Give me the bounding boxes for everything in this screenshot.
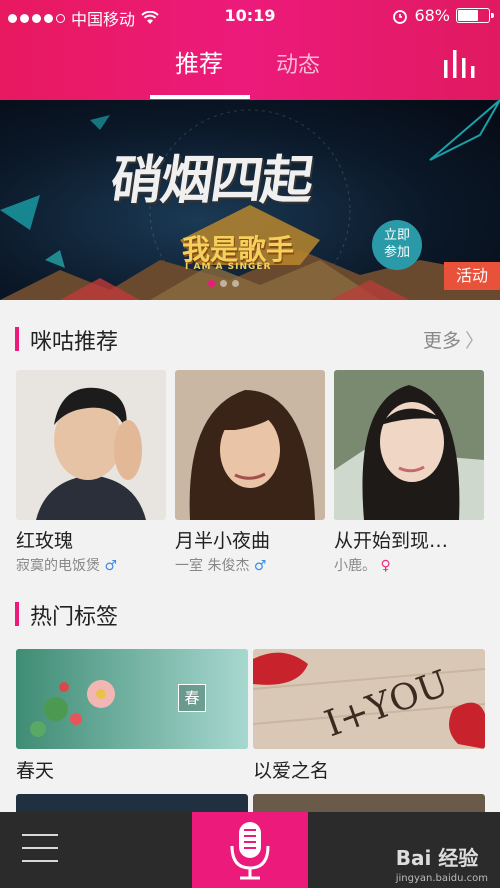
menu-icon[interactable]: [22, 834, 58, 864]
more-label: 更多: [422, 330, 461, 352]
tag-image: 春: [16, 649, 248, 749]
tag-card-spring[interactable]: 春 春天: [16, 649, 248, 783]
banner-title: 硝烟四起: [107, 150, 316, 211]
song-cover: [16, 370, 166, 520]
hot-tags-header: 热门标签: [0, 594, 500, 634]
tag-label: 春天: [16, 760, 55, 782]
song-name: 从开始到现…: [334, 530, 449, 552]
equalizer-icon[interactable]: [442, 50, 476, 78]
show-logo-sub: I AM A SINGER: [185, 262, 272, 272]
song-cover: [334, 370, 484, 520]
uploader-name: 寂寞的电饭煲: [16, 558, 100, 574]
recommend-title: 咪咕推荐: [30, 330, 119, 355]
battery-icon: [456, 8, 494, 23]
status-bar: 中国移动 10:19 68%: [0, 0, 500, 32]
promo-banner[interactable]: 硝烟四起 我是歌手 I AM A SINGER 立即 参加: [0, 100, 500, 300]
microphone-icon: [230, 822, 270, 880]
tag-card-peek[interactable]: [253, 794, 485, 812]
male-icon: ♂: [104, 558, 118, 574]
hot-tags-title: 热门标签: [30, 605, 119, 630]
baidu-watermark: Bai 经验 jingyan.baidu.com: [396, 842, 488, 884]
join-line-2: 参加: [383, 245, 410, 260]
female-icon: ♀: [380, 558, 391, 574]
song-name: 月半小夜曲: [175, 530, 271, 552]
male-icon: ♂: [253, 558, 267, 574]
tab-recommend[interactable]: 推荐: [175, 44, 223, 79]
song-name: 红玫瑰: [16, 530, 74, 552]
tab-feed[interactable]: 动态: [276, 47, 320, 79]
tag-card-peek[interactable]: [16, 794, 248, 812]
uploader-name: 一室 朱俊杰: [175, 558, 250, 574]
recommend-card[interactable]: 从开始到现… 小鹿。 ♀: [334, 370, 484, 575]
chevron-right-icon: 〉: [464, 330, 484, 352]
top-tabs: 推荐 动态: [0, 44, 500, 100]
watermark-brand: Bai 经验: [395, 846, 479, 870]
recommend-card[interactable]: 红玫瑰 寂寞的电饭煲 ♂: [16, 370, 166, 575]
battery-percent: 68%: [414, 6, 450, 25]
more-link[interactable]: 更多〉: [423, 326, 484, 353]
watermark-url: jingyan.baidu.com: [395, 873, 488, 884]
join-line-1: 立即: [383, 228, 410, 243]
app-header: 中国移动 10:19 68% 推荐 动态: [0, 0, 500, 100]
activity-badge: 活动: [444, 262, 500, 290]
alarm-icon: [393, 9, 408, 24]
spring-badge: 春: [178, 684, 206, 712]
tag-card-love[interactable]: I+YOU 以爱之名: [253, 649, 485, 783]
song-cover: [175, 370, 325, 520]
recommend-header: 咪咕推荐 更多〉: [0, 319, 500, 359]
active-tab-indicator: [150, 95, 250, 99]
bottom-bar: Bai 经验 jingyan.baidu.com: [0, 812, 500, 888]
tag-label: 以爱之名: [253, 760, 330, 782]
join-now-button[interactable]: 立即 参加: [372, 220, 422, 270]
uploader-name: 小鹿。: [334, 558, 376, 574]
banner-pager: [208, 280, 239, 287]
recommend-card[interactable]: 月半小夜曲 一室 朱俊杰 ♂: [175, 370, 325, 575]
tag-image: I+YOU: [253, 649, 485, 749]
record-button[interactable]: [192, 812, 308, 888]
